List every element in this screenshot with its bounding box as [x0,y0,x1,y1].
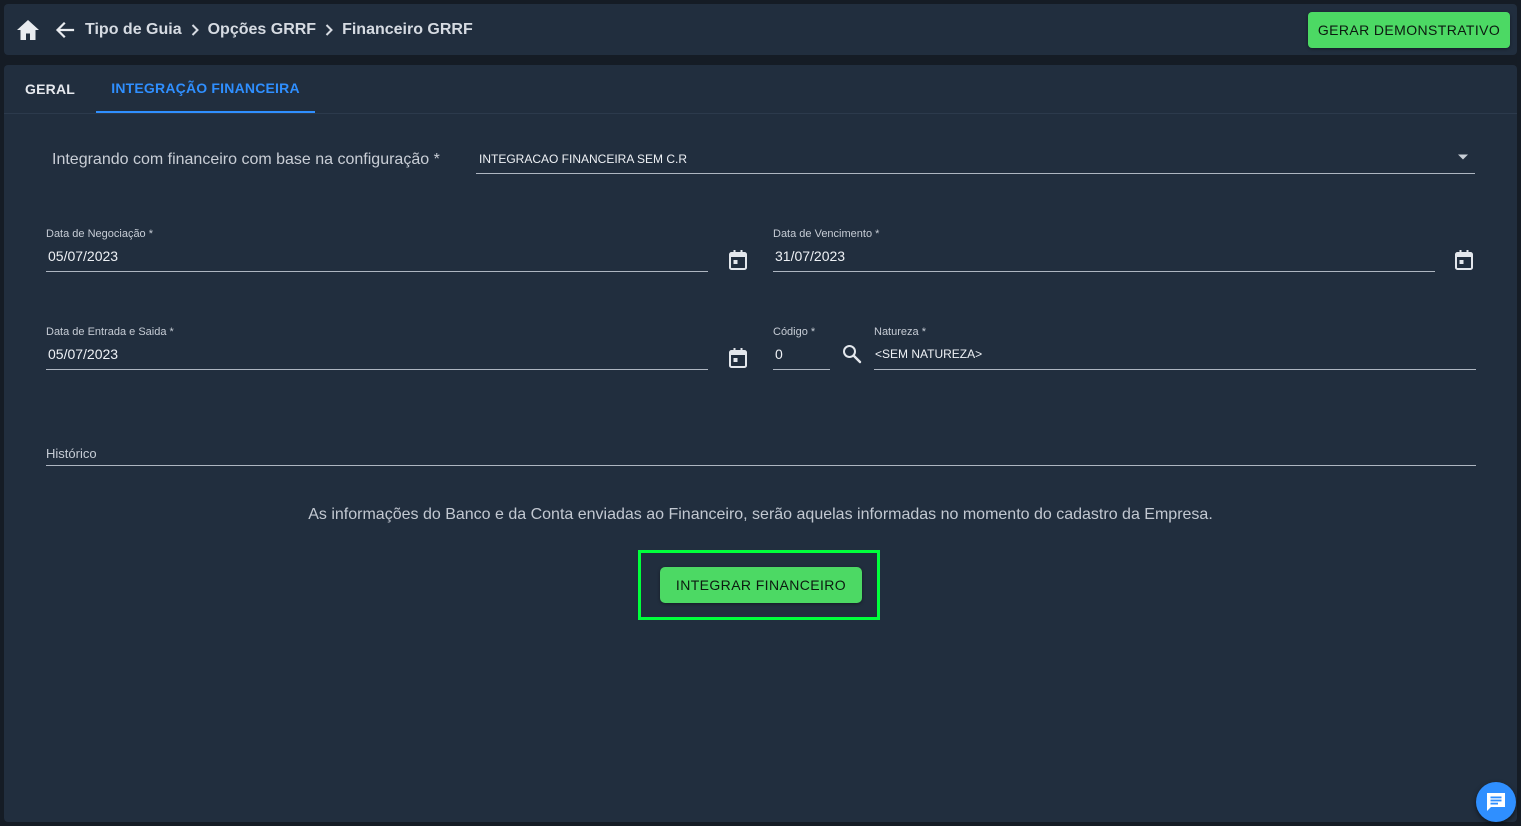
config-label: Integrando com financeiro com base na co… [52,151,440,168]
bank-info-text: As informações do Banco e da Conta envia… [308,506,1213,523]
config-select[interactable]: INTEGRACAO FINANCEIRA SEM C.R [476,143,1475,174]
config-select-value: INTEGRACAO FINANCEIRA SEM C.R [479,152,688,166]
data-entrada-saida-input[interactable]: 05/07/2023 [48,346,118,362]
data-vencimento-input[interactable]: 31/07/2023 [775,248,845,264]
data-entrada-saida-underline [46,369,708,370]
tab-geral[interactable]: GERAL [4,65,96,113]
integrate-financial-button[interactable]: INTEGRAR FINANCEIRO [660,567,862,603]
main-panel: GERAL INTEGRAÇÃO FINANCEIRA Integrando c… [4,65,1517,822]
data-vencimento-underline [773,271,1435,272]
breadcrumb-tipo-de-guia[interactable]: Tipo de Guia [85,21,182,39]
natureza-input[interactable]: <SEM NATUREZA> [875,347,982,361]
generate-report-button[interactable]: GERAR DEMONSTRATIVO [1308,12,1510,48]
back-arrow-icon[interactable] [54,19,76,41]
data-negociacao-label: Data de Negociação * [46,228,154,240]
historico-underline [46,465,1476,466]
data-negociacao-input[interactable]: 05/07/2023 [48,248,118,264]
calendar-icon[interactable] [1454,249,1474,271]
chevron-right-icon [325,24,333,36]
codigo-underline [773,369,830,370]
chat-icon [1487,793,1505,811]
data-vencimento-label: Data de Vencimento * [773,228,880,240]
chevron-right-icon [191,24,199,36]
data-entrada-saida-label: Data de Entrada e Saida * [46,326,174,338]
top-bar: Tipo de Guia Opções GRRF Financeiro GRRF… [4,4,1517,55]
tab-bar: GERAL INTEGRAÇÃO FINANCEIRA [4,65,1517,114]
breadcrumb-opcoes-grrf[interactable]: Opções GRRF [208,21,316,39]
calendar-icon[interactable] [728,347,748,369]
historico-label: Histórico [46,446,97,461]
natureza-label: Natureza * [874,326,926,338]
dropdown-arrow-icon[interactable] [1457,153,1469,161]
codigo-label: Código * [773,326,816,338]
tab-integracao-financeira[interactable]: INTEGRAÇÃO FINANCEIRA [96,65,315,113]
calendar-icon[interactable] [728,249,748,271]
home-icon[interactable] [16,19,40,41]
breadcrumb-financeiro-grrf: Financeiro GRRF [342,21,473,38]
chat-button[interactable] [1476,782,1516,822]
data-negociacao-underline [46,271,708,272]
natureza-underline [874,369,1476,370]
breadcrumb: Tipo de Guia Opções GRRF Financeiro GRRF [85,18,473,42]
codigo-input[interactable]: 0 [775,346,783,362]
search-icon[interactable] [842,344,862,364]
